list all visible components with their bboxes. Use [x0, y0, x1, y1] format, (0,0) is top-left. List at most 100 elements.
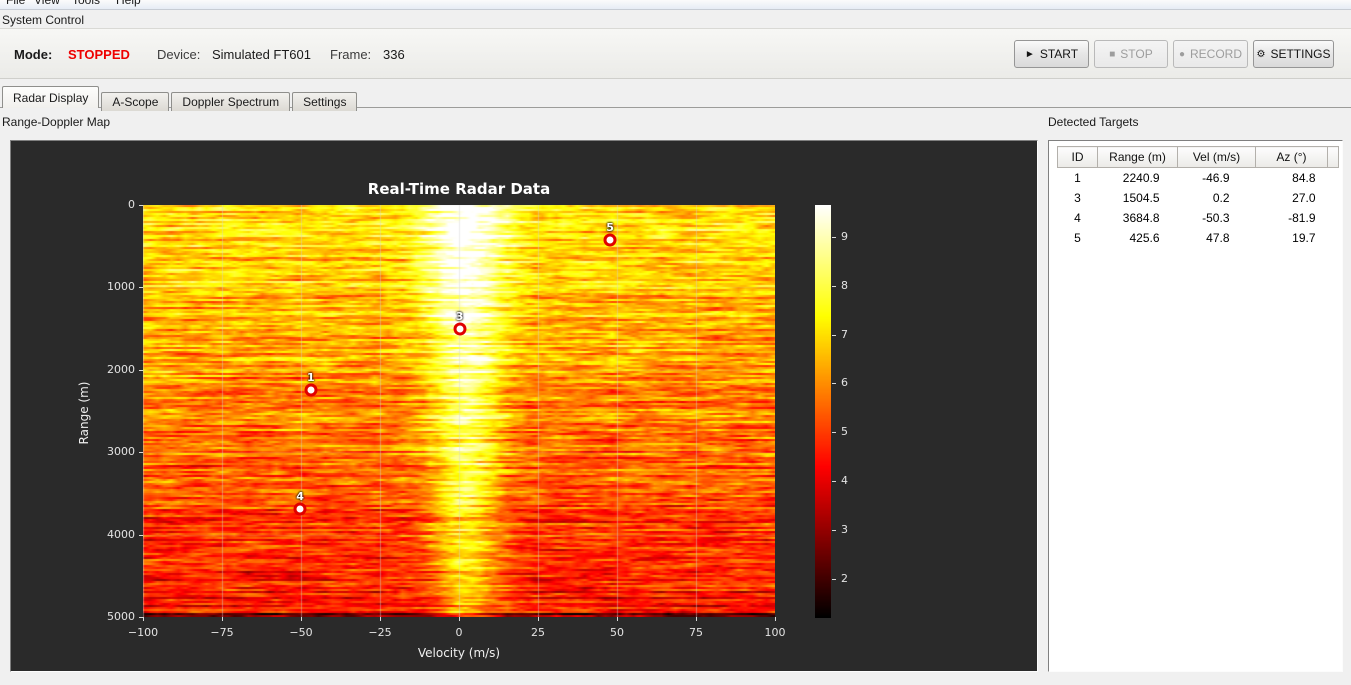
y-tick-mark: [139, 369, 143, 371]
tab-doppler-spectrum[interactable]: Doppler Spectrum: [171, 92, 291, 111]
x-tick-mark: [459, 617, 460, 621]
x-tick-label: −75: [210, 626, 234, 639]
x-tick-label: 0: [455, 626, 463, 639]
column-header-az[interactable]: Az (°): [1255, 146, 1328, 168]
x-tick-label: 75: [689, 626, 703, 639]
menu-item-view[interactable]: View: [34, 0, 60, 7]
table-row[interactable]: 3 1504.5 0.2 27.0: [1058, 188, 1339, 208]
x-axis-label: Velocity (m/s): [417, 646, 501, 660]
x-tick-label: 100: [764, 626, 786, 639]
table-row[interactable]: 5 425.6 47.8 19.7: [1058, 228, 1339, 248]
menu-item-tools[interactable]: Tools: [72, 0, 100, 7]
target-id: 4: [1074, 210, 1081, 225]
y-tick-mark: [139, 452, 143, 454]
frame-label: Frame:: [330, 47, 372, 62]
play-icon: ►: [1024, 48, 1035, 60]
target-az: -81.9: [1288, 210, 1316, 225]
button-label: STOP: [1120, 47, 1153, 61]
app-window: { "menu": { "items": ["File", "View", "T…: [0, 0, 1351, 685]
tab-bar: Radar Display A-Scope Doppler Spectrum Sett…: [0, 86, 1351, 111]
detected-targets-label: Detected Targets: [1048, 115, 1139, 129]
colorbar-tick-label: 4: [841, 474, 848, 488]
device-value: Simulated FT601: [212, 47, 311, 62]
plot-title: Real-Time Radar Data: [367, 180, 551, 198]
settings-button[interactable]: ⚙ SETTINGS: [1253, 40, 1334, 68]
mode-label: Mode:: [14, 47, 53, 62]
x-tick-mark: [143, 617, 144, 621]
target-id: 3: [1074, 190, 1081, 205]
x-tick-mark: [301, 617, 302, 621]
target-marker-3: [453, 322, 467, 336]
x-tick-mark: [380, 617, 381, 621]
target-az: 84.8: [1292, 170, 1316, 185]
y-tick-mark: [139, 287, 143, 289]
y-tick-label: 0: [128, 198, 135, 211]
target-range: 1504.5: [1122, 190, 1160, 205]
start-button[interactable]: ► START: [1014, 40, 1089, 68]
target-range: 425.6: [1129, 230, 1160, 245]
colorbar-tick-label: 8: [841, 278, 848, 292]
colorbar-tick-label: 3: [841, 523, 848, 537]
target-marker-4: [293, 502, 307, 516]
x-tick-mark: [696, 617, 697, 621]
detected-targets-table: ID Range (m) Vel (m/s) Az (°) 1 2240.9 -46.9 8…: [1057, 146, 1339, 248]
x-tick-mark: [617, 617, 618, 621]
x-tick-label: 25: [531, 626, 545, 639]
column-header-filler: [1327, 146, 1339, 168]
gear-icon: ⚙: [1256, 48, 1266, 60]
filler-cell: [1328, 228, 1339, 248]
menu-item-help[interactable]: Help: [116, 0, 141, 7]
y-tick-label: 4000: [107, 527, 135, 541]
target-marker-label: 5: [606, 221, 614, 235]
y-axis-label: Range (m): [77, 381, 91, 445]
record-button: ● RECORD: [1173, 40, 1248, 68]
button-label: RECORD: [1190, 47, 1243, 61]
target-marker-label: 3: [455, 309, 464, 323]
x-tick-label: 50: [610, 626, 624, 639]
mode-value: STOPPED: [68, 47, 130, 62]
colorbar-tick-mark: [832, 432, 836, 434]
table-row[interactable]: 4 3684.8 -50.3 -81.9: [1058, 208, 1339, 228]
target-vel: 47.8: [1206, 230, 1230, 245]
menu-item-file[interactable]: File: [6, 0, 25, 7]
target-vel: -50.3: [1202, 210, 1230, 225]
filler-cell: [1328, 168, 1339, 188]
colorbar-tick-mark: [832, 334, 836, 336]
y-tick-mark: [139, 534, 143, 536]
table-row[interactable]: 1 2240.9 -46.9 84.8: [1058, 168, 1339, 188]
tab-radar-display[interactable]: Radar Display: [2, 86, 100, 108]
range-doppler-plot-panel: Real-Time Radar Data 0 1000 2000 3000 4000 50…: [10, 140, 1038, 672]
colorbar-tick-mark: [832, 236, 836, 238]
device-label: Device:: [157, 47, 201, 62]
y-tick-mark: [139, 205, 143, 206]
target-range: 2240.9: [1122, 170, 1160, 185]
colorbar-tick-label: 9: [841, 229, 848, 243]
colorbar-tick-label: 6: [841, 376, 848, 390]
colorbar-tick-mark: [832, 383, 836, 385]
control-bar: Mode: STOPPED Device: Simulated FT601 Fr…: [0, 29, 1351, 79]
frame-value: 336: [383, 47, 405, 62]
column-header-vel[interactable]: Vel (m/s): [1177, 146, 1256, 168]
filler-cell: [1328, 208, 1339, 228]
colorbar-tick-label: 7: [841, 327, 848, 341]
target-az: 27.0: [1292, 190, 1316, 205]
column-header-range[interactable]: Range (m): [1097, 146, 1178, 168]
group-label-system-control: System Control: [2, 13, 85, 27]
x-tick-label: −100: [127, 626, 159, 639]
range-doppler-map-label: Range-Doppler Map: [2, 115, 111, 129]
stop-button: ■ STOP: [1094, 40, 1168, 68]
column-header-id[interactable]: ID: [1057, 146, 1098, 168]
colorbar-tick-label: 2: [841, 571, 848, 585]
x-tick-mark: [222, 617, 223, 621]
tab-a-scope[interactable]: A-Scope: [101, 92, 170, 111]
tab-settings[interactable]: Settings: [292, 92, 358, 111]
colorbar-tick-label: 5: [841, 425, 848, 439]
x-tick-mark: [538, 617, 539, 621]
colorbar-tick-mark: [832, 481, 836, 483]
target-range: 3684.8: [1122, 210, 1160, 225]
colorbar: [815, 205, 831, 618]
stop-icon: ■: [1109, 48, 1116, 60]
detected-targets-panel: ID Range (m) Vel (m/s) Az (°) 1 2240.9 -46.9 8…: [1048, 140, 1343, 672]
filler-cell: [1328, 188, 1339, 208]
menu-bar: File View Tools Help: [0, 0, 1351, 10]
